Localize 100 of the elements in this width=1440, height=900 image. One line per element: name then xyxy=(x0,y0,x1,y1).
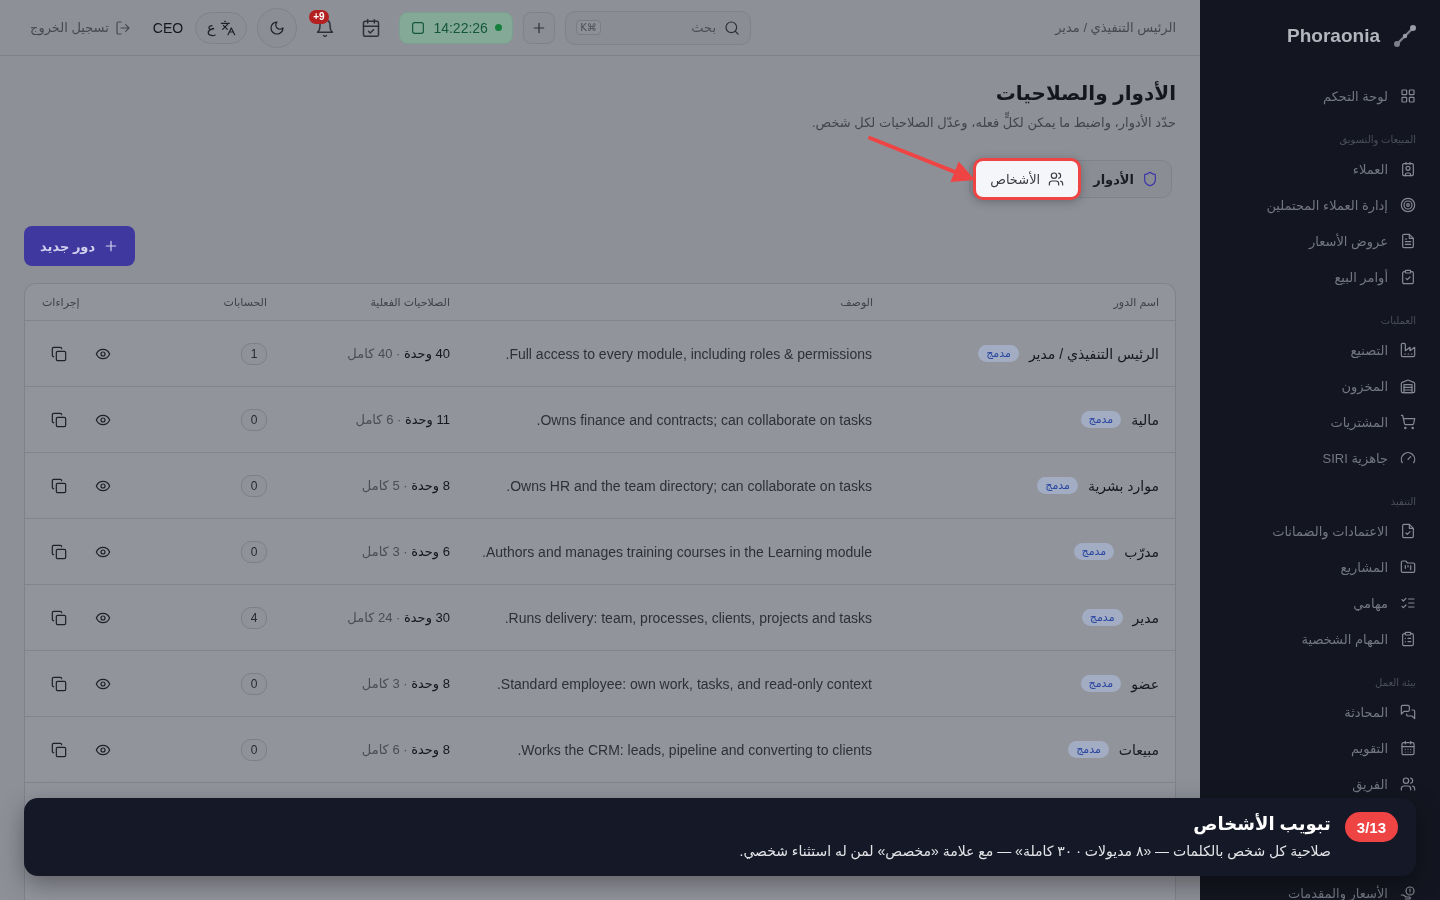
tour-title: تبويب الأشخاص xyxy=(1192,812,1331,836)
document-check-icon xyxy=(1400,523,1416,539)
sidebar-item[interactable]: إدارة العملاء المحتملين xyxy=(1224,191,1416,219)
sidebar-item[interactable]: أوامر البيع xyxy=(1224,263,1416,291)
section-heading: التنفيذ xyxy=(1389,494,1416,509)
shield-icon xyxy=(1142,171,1158,187)
section-heading: بيئة العمل xyxy=(1374,675,1416,690)
sidebar-item[interactable]: مهامي xyxy=(1224,589,1416,617)
sidebar-item[interactable]: المهام الشخصية xyxy=(1224,625,1416,653)
column-header: الوصف xyxy=(839,295,874,309)
language-button[interactable]: ع xyxy=(195,11,248,44)
role-tag: مدمج xyxy=(1068,741,1109,758)
role-description: Authors and manages training courses in the Learning module. xyxy=(481,543,873,560)
notifications-button[interactable]: 9+ xyxy=(307,9,344,46)
permissions-summary: 40 وحدة · 40 كامل xyxy=(346,346,451,361)
copy-icon xyxy=(51,675,67,692)
square-icon xyxy=(410,19,427,36)
column-header: الحسابات xyxy=(222,295,268,309)
copy-icon xyxy=(51,411,67,428)
role-name: مدير xyxy=(1132,609,1159,626)
role-description: Runs delivery: team, processes, clients, projects and tasks. xyxy=(503,609,873,626)
checklist-icon xyxy=(1400,595,1416,611)
logout-icon xyxy=(114,19,131,36)
people-icon xyxy=(1048,171,1065,187)
sidebar-item[interactable]: الاعتمادات والضمانات xyxy=(1224,517,1416,545)
people-icon xyxy=(1400,776,1416,792)
role-name: موارد بشرية xyxy=(1087,477,1159,494)
calendar-icon xyxy=(1400,740,1416,756)
sidebar-item[interactable]: المخزون xyxy=(1224,372,1416,400)
role-description: Owns HR and the team directory; can collaborate on tasks. xyxy=(505,477,873,494)
folder-icon xyxy=(1400,559,1416,575)
step-counter: 3/13 xyxy=(1344,812,1398,842)
sidebar-item[interactable]: العملاء xyxy=(1224,155,1416,183)
account-count: 1 xyxy=(241,342,267,365)
sidebar-item[interactable]: المحادثة xyxy=(1224,698,1416,726)
cart-icon xyxy=(1400,414,1416,430)
account-count: 0 xyxy=(241,408,267,431)
account-count: 0 xyxy=(241,738,267,761)
role-name: الرئيس التنفيذي / مدير xyxy=(1028,345,1159,362)
page-title: الأدوار والصلاحيات xyxy=(994,80,1176,106)
sidebar-item[interactable]: التصنيع xyxy=(1224,336,1416,364)
moon-icon xyxy=(269,19,286,36)
clipboard-list-icon xyxy=(1400,631,1416,647)
role-description: Standard employee: own work, tasks, and read-only context. xyxy=(495,675,873,692)
permissions-summary: 6 وحدة · 3 كامل xyxy=(360,544,451,559)
tour-text: صلاحية كل شخص بالكلمات — «٨ مديولات · ٣٠ كاملة» — مع علامة «مخصص» لمن له استثناء شخصي. xyxy=(739,842,1331,861)
sidebar-item[interactable]: المشاريع xyxy=(1224,553,1416,581)
user-role: CEO xyxy=(152,19,184,36)
factory-icon xyxy=(1400,342,1416,358)
coin-hand-icon xyxy=(1400,885,1416,900)
id-card-icon xyxy=(1400,161,1416,177)
sidebar-item[interactable]: لوحة التحكم xyxy=(1224,82,1416,110)
permissions-summary: 8 وحدة · 6 كامل xyxy=(360,742,451,757)
sidebar-item[interactable]: المشتريات xyxy=(1224,408,1416,436)
tab[interactable]: الأدوار xyxy=(1083,164,1168,194)
column-header: اسم الدور xyxy=(1112,295,1160,309)
breadcrumb: الرئيس التنفيذي / مدير xyxy=(1055,20,1176,35)
role-tag: مدمج xyxy=(978,345,1019,362)
permissions-summary: 30 وحدة · 24 كامل xyxy=(346,610,451,625)
status-dot-icon xyxy=(494,24,502,31)
account-count: 0 xyxy=(241,672,267,695)
sidebar-item[interactable]: التقويم xyxy=(1224,734,1416,762)
role-description: Works the CRM: leads, pipeline and converting to clients. xyxy=(516,741,873,758)
role-tag: مدمج xyxy=(1081,609,1123,626)
sidebar-item[interactable]: جاهزية SIRI xyxy=(1224,444,1416,472)
logout-button[interactable]: تسجيل الخروج xyxy=(30,19,131,36)
target-icon xyxy=(1400,197,1416,213)
search-input[interactable]: بحث xyxy=(608,16,717,39)
account-count: 0 xyxy=(241,540,267,563)
tab[interactable]: الأشخاص xyxy=(973,158,1082,200)
sidebar-item[interactable]: الأسعار والمقدمات xyxy=(1224,882,1416,900)
chat-bubbles-icon xyxy=(1400,704,1416,720)
document-icon xyxy=(1400,233,1416,249)
section-heading: المبيعات والتسويق xyxy=(1338,132,1416,148)
connected-dots-icon xyxy=(1392,23,1418,49)
notification-badge: 9+ xyxy=(309,9,329,24)
copy-icon xyxy=(51,477,67,494)
role-tag: مدمج xyxy=(1073,543,1115,560)
copy-icon xyxy=(51,609,67,626)
brand-name: Phoraonia xyxy=(1287,25,1380,47)
copy-icon xyxy=(51,741,67,758)
warehouse-icon xyxy=(1400,378,1416,394)
role-name: عضو xyxy=(1131,675,1159,692)
sidebar-item[interactable]: عروض الأسعار xyxy=(1224,227,1416,255)
permissions-summary: 11 وحدة · 6 كامل xyxy=(354,412,451,427)
clock-time: 14:22:26 xyxy=(433,19,488,36)
role-name: مالية xyxy=(1131,411,1159,428)
column-header: الصلاحيات الفعلية xyxy=(369,295,451,309)
new-role-button[interactable]: دور جديد xyxy=(24,226,136,266)
sidebar-item[interactable]: الفريق xyxy=(1224,770,1416,798)
shortcut-hint: ⌘K xyxy=(576,20,601,35)
copy-icon xyxy=(51,345,67,362)
grid-icon xyxy=(1400,88,1416,104)
account-count: 0 xyxy=(241,474,267,497)
gauge-icon xyxy=(1400,450,1416,466)
copy-icon xyxy=(51,543,67,560)
role-tag: مدمج xyxy=(1080,675,1122,692)
permissions-summary: 8 وحدة · 5 كامل xyxy=(360,478,451,493)
calendar-check-icon xyxy=(361,17,382,38)
role-tag: مدمج xyxy=(1080,411,1122,428)
